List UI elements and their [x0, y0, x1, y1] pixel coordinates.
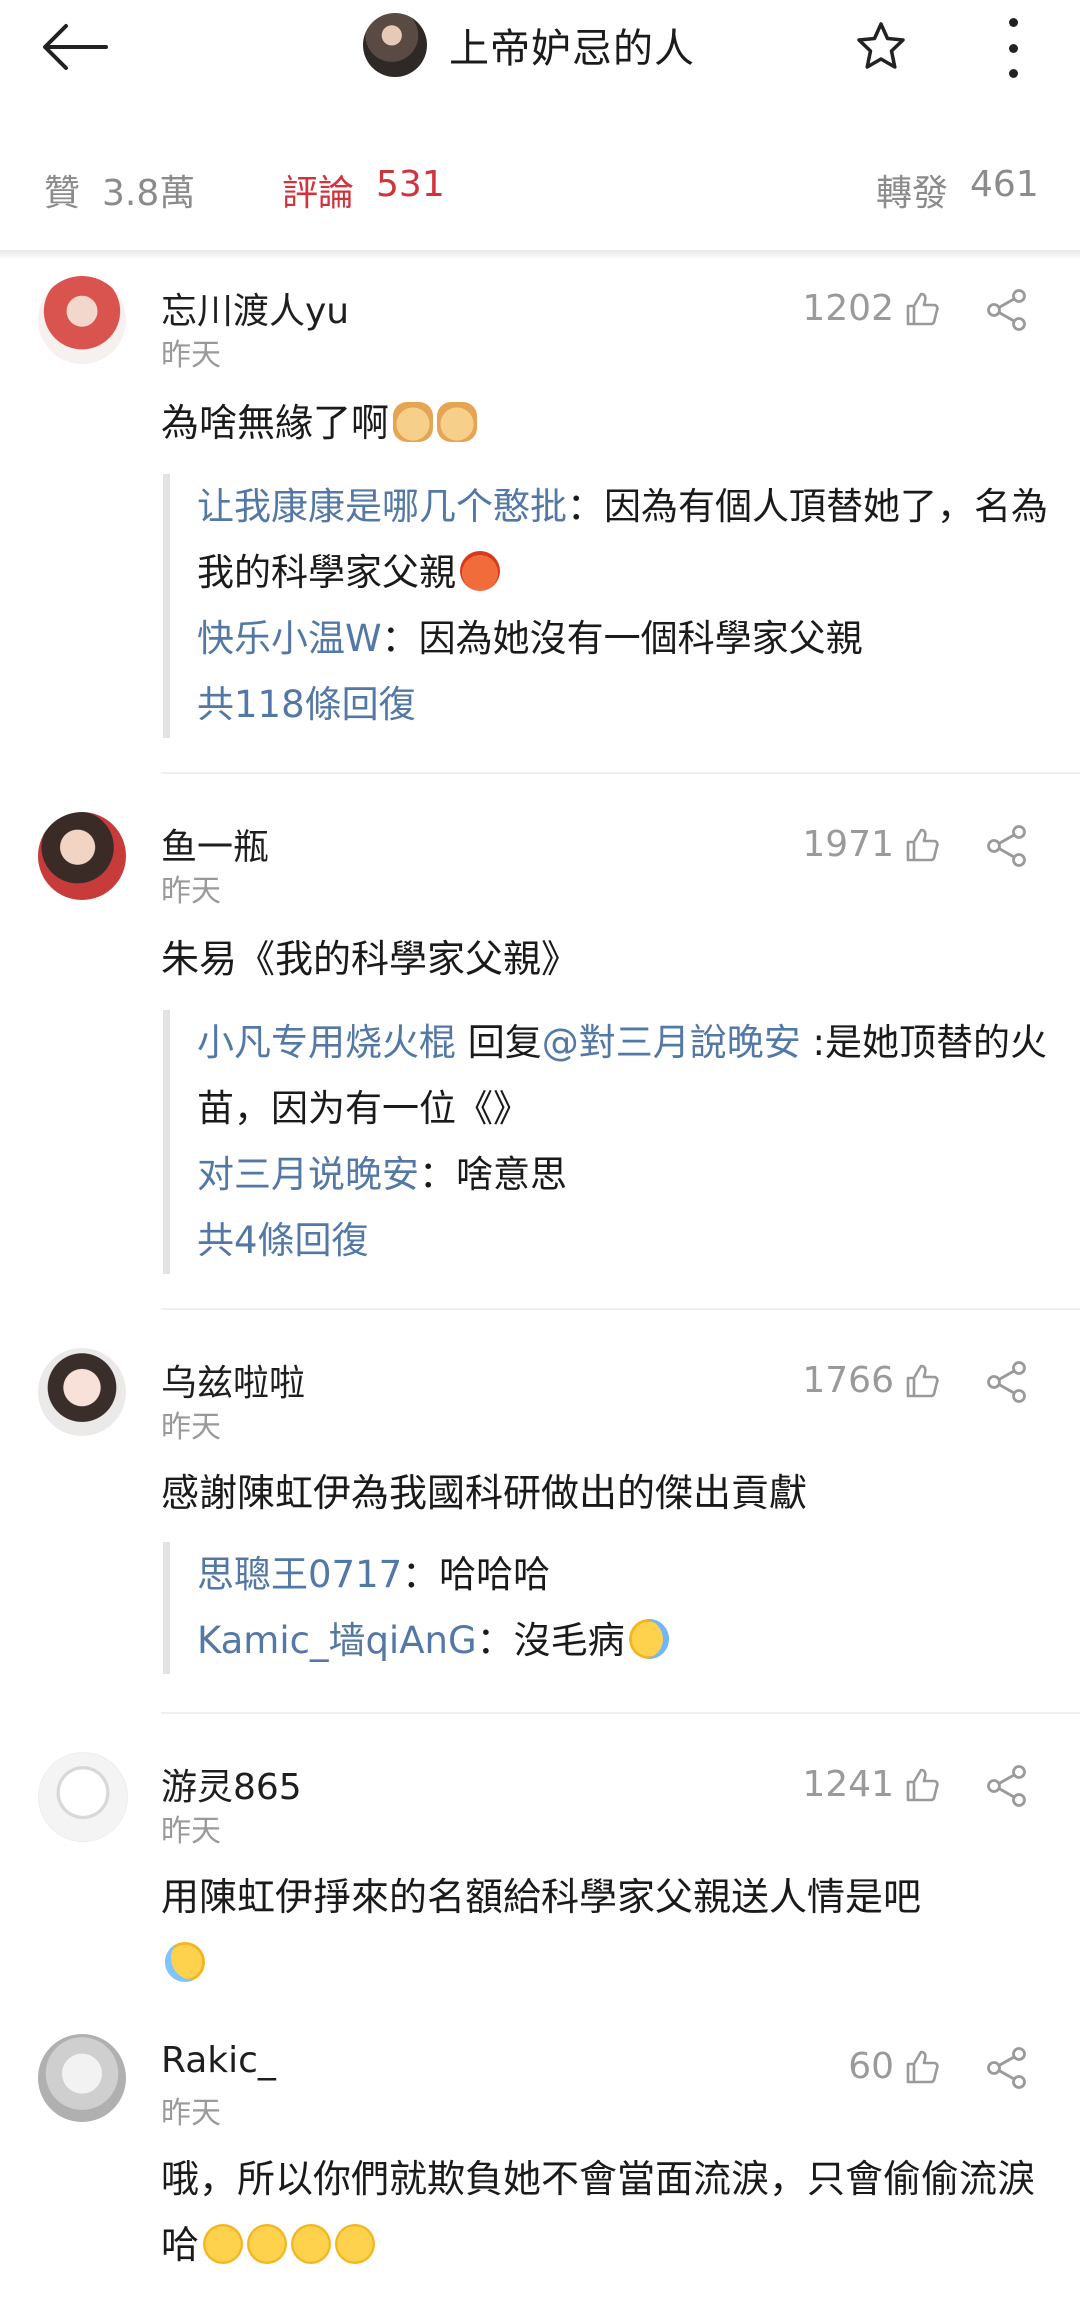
- reply-username[interactable]: 对三月说晚安: [197, 1153, 419, 1196]
- reply-block: 让我康康是哪几个憨批：因為有個人頂替她了，名為我的科學家父親 快乐小温W：因為她…: [163, 474, 1077, 738]
- comments-label: 評論: [282, 173, 355, 214]
- user-avatar[interactable]: [38, 276, 126, 364]
- comment-text-content: 用陳虹伊掙來的名額給科學家父親送人情是吧: [161, 1875, 922, 1919]
- comment-divider: [161, 1712, 1080, 1714]
- comment-username[interactable]: 鱼一瓶: [161, 818, 269, 870]
- comment-username[interactable]: 乌兹啦啦: [161, 1354, 305, 1406]
- reply-action: 回复: [456, 1021, 542, 1064]
- reply-text: ：沒毛病: [476, 1619, 625, 1662]
- user-avatar[interactable]: [38, 1752, 128, 1842]
- likes-count: 3.8萬: [102, 173, 196, 214]
- share-icon[interactable]: [985, 1360, 1029, 1404]
- tab-reposts[interactable]: 轉發 461: [876, 164, 1039, 216]
- hugging-emoji-icon: [291, 2224, 332, 2264]
- thumbs-up-icon: [906, 292, 939, 325]
- page-title: 上帝妒忌的人: [449, 26, 695, 72]
- back-arrow-icon[interactable]: [40, 22, 110, 72]
- crying-emoji-icon: [628, 1619, 669, 1659]
- comment-username[interactable]: 游灵865: [161, 1758, 302, 1810]
- likes-label: 贊: [44, 173, 81, 214]
- reposts-count: 461: [970, 164, 1039, 205]
- reposts-label: 轉發: [876, 173, 949, 214]
- comment-text: 朱易《我的科學家父親》: [161, 937, 580, 981]
- tab-comments[interactable]: 評論 531: [282, 164, 445, 216]
- reply-item[interactable]: 思聰王0717：哈哈哈: [197, 1542, 1077, 1608]
- reply-username[interactable]: Kamic_墙qiAnG: [197, 1619, 477, 1662]
- stats-tabs: 贊 3.8萬 評論 531 轉發 461: [0, 150, 1080, 230]
- dog-emoji-icon: [393, 402, 434, 442]
- author-avatar[interactable]: [363, 13, 427, 77]
- comment-text: 用陳虹伊掙來的名額給科學家父親送人情是吧: [161, 1864, 1051, 1996]
- comment-divider: [161, 1308, 1080, 1310]
- comment-time: 昨天: [161, 338, 221, 373]
- comment-divider: [161, 772, 1080, 774]
- like-button[interactable]: 1241: [802, 1764, 940, 1805]
- comment-time: 昨天: [161, 2096, 221, 2131]
- top-bar: 上帝妒忌的人: [0, 0, 1080, 110]
- hugging-emoji-icon: [335, 2224, 376, 2264]
- reply-item[interactable]: Kamic_墙qiAnG：沒毛病: [197, 1608, 1077, 1674]
- share-icon[interactable]: [985, 824, 1029, 868]
- reply-item[interactable]: 快乐小温W：因為她沒有一個科學家父親: [197, 606, 1077, 672]
- hugging-emoji-icon: [203, 2224, 244, 2264]
- comment-time: 昨天: [161, 1410, 221, 1445]
- view-more-replies-link[interactable]: 共4條回復: [197, 1208, 1077, 1274]
- reply-item[interactable]: 小凡专用烧火棍 回复@對三月說晚安 :是她顶替的火苗，因为有一位《》: [197, 1010, 1077, 1142]
- reply-text: ：因為她沒有一個科學家父親: [381, 617, 863, 660]
- like-count: 60: [848, 2046, 894, 2087]
- thumbs-up-icon: [906, 1364, 939, 1397]
- view-more-replies-link[interactable]: 共118條回復: [197, 672, 1077, 738]
- like-count: 1766: [802, 1360, 894, 1401]
- comment-text-content: 為啥無緣了啊: [161, 401, 390, 445]
- thumbs-up-icon: [906, 828, 939, 861]
- like-button[interactable]: 1971: [802, 824, 940, 865]
- reply-text: ：哈哈哈: [402, 1553, 551, 1596]
- comment-username[interactable]: 忘川渡人yu: [161, 282, 349, 334]
- like-count: 1971: [802, 824, 894, 865]
- comment-time: 昨天: [161, 874, 221, 909]
- reply-username[interactable]: 快乐小温W: [197, 617, 382, 660]
- reply-block: 思聰王0717：哈哈哈 Kamic_墙qiAnG：沒毛病: [163, 1542, 1077, 1674]
- tab-likes[interactable]: 贊 3.8萬: [44, 164, 195, 216]
- header-divider: [0, 250, 1080, 260]
- comment-text: 哦，所以你們就欺負她不會當面流淚，只會偷偷流淚哈: [161, 2146, 1051, 2278]
- hugging-emoji-icon: [247, 2224, 288, 2264]
- user-avatar[interactable]: [38, 1348, 126, 1436]
- like-button[interactable]: 1202: [802, 288, 940, 329]
- share-icon[interactable]: [985, 2046, 1029, 2090]
- thumbs-up-icon: [906, 2050, 939, 2083]
- comments-count: 531: [376, 164, 445, 205]
- reply-text: ：啥意思: [419, 1153, 567, 1196]
- reply-item[interactable]: 让我康康是哪几个憨批：因為有個人頂替她了，名為我的科學家父親: [197, 474, 1077, 606]
- share-icon[interactable]: [985, 1764, 1029, 1808]
- thumbs-up-icon: [906, 1768, 939, 1801]
- sweat-smile-emoji-icon: [165, 1942, 205, 1982]
- like-count: 1241: [802, 1764, 894, 1805]
- share-icon[interactable]: [985, 288, 1029, 332]
- comment-username[interactable]: Rakic_: [161, 2040, 276, 2081]
- reply-mention[interactable]: @對三月說晚安: [542, 1021, 801, 1064]
- reply-username[interactable]: 让我康康是哪几个憨批: [197, 485, 567, 528]
- reply-block: 小凡专用烧火棍 回复@對三月說晚安 :是她顶替的火苗，因为有一位《》 对三月说晚…: [163, 1010, 1077, 1274]
- like-button[interactable]: 1766: [802, 1360, 940, 1401]
- header-title-group[interactable]: 上帝妒忌的人: [363, 10, 695, 80]
- comment-text: 感謝陳虹伊為我國科研做出的傑出貢獻: [161, 1471, 808, 1515]
- comment-time: 昨天: [161, 1814, 221, 1849]
- angry-emoji-icon: [460, 551, 500, 591]
- star-icon[interactable]: [855, 20, 907, 72]
- more-options-icon[interactable]: [998, 18, 1028, 78]
- user-avatar[interactable]: [38, 812, 126, 900]
- like-count: 1202: [802, 288, 894, 329]
- comment-text: 為啥無緣了啊: [161, 390, 1051, 456]
- reply-username[interactable]: 小凡专用烧火棍: [197, 1021, 456, 1064]
- dog-emoji-icon: [437, 402, 478, 442]
- user-avatar[interactable]: [38, 2034, 126, 2122]
- like-button[interactable]: 60: [848, 2046, 940, 2087]
- reply-username[interactable]: 思聰王0717: [197, 1553, 402, 1596]
- reply-item[interactable]: 对三月说晚安：啥意思: [197, 1142, 1077, 1208]
